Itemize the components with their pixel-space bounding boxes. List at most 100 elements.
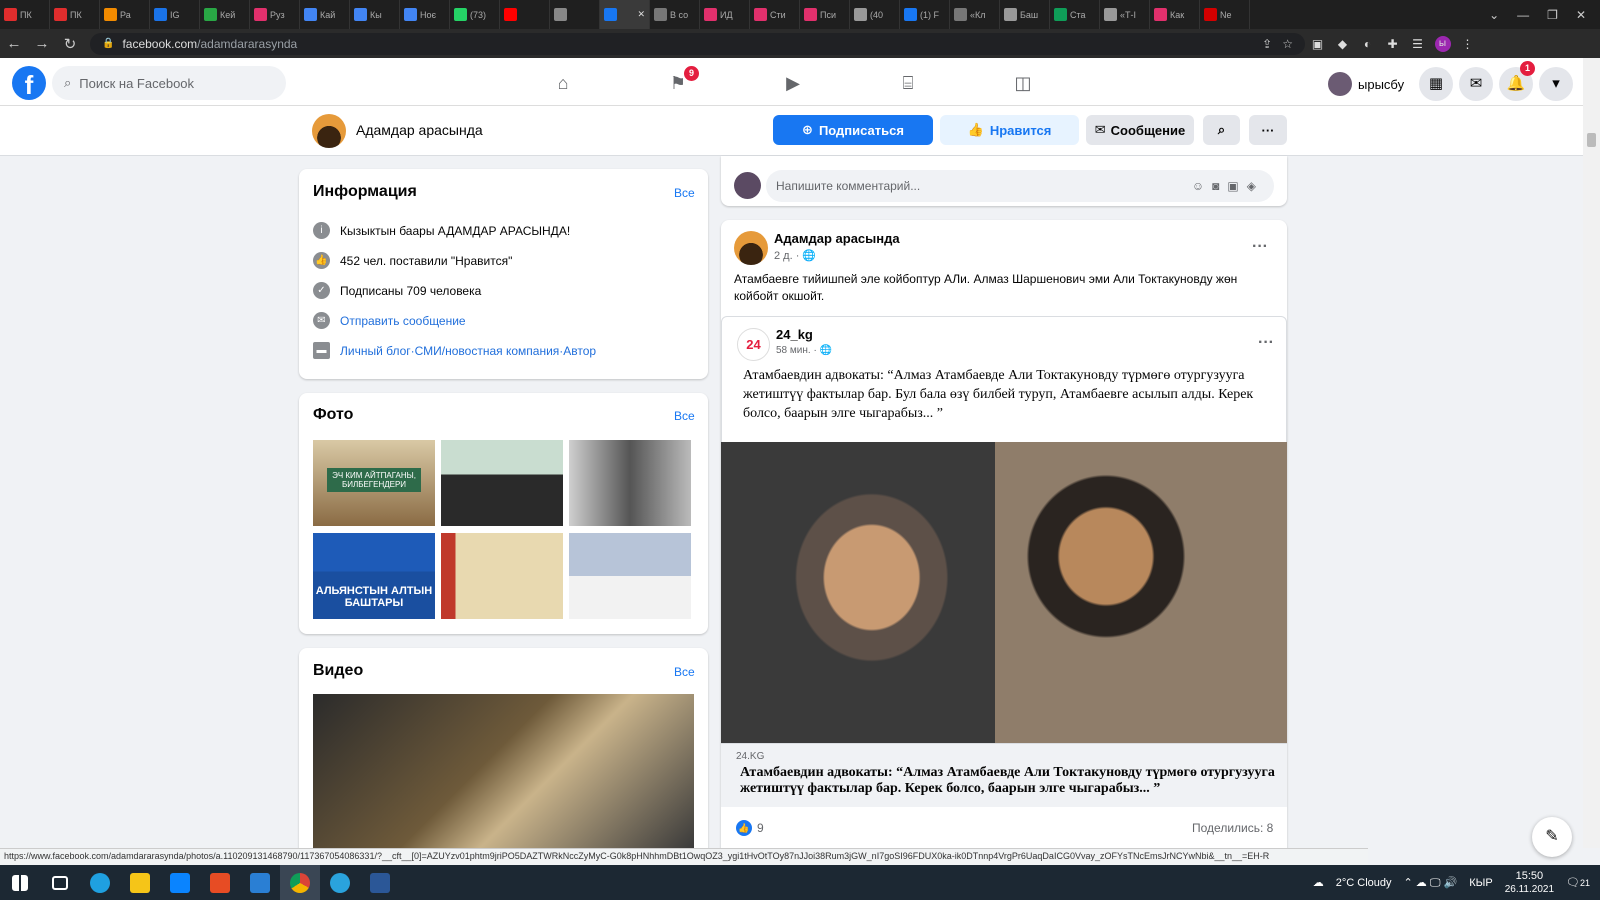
- browser-tab[interactable]: Кай: [300, 0, 350, 29]
- photo-thumbnail[interactable]: [441, 533, 563, 619]
- word-icon[interactable]: [360, 865, 400, 900]
- gaming-icon[interactable]: ◫: [1010, 70, 1036, 96]
- file-explorer-icon[interactable]: [120, 865, 160, 900]
- browser-tab[interactable]: (73): [450, 0, 500, 29]
- browser-tab[interactable]: ИД: [700, 0, 750, 29]
- task-view-icon[interactable]: [40, 865, 80, 900]
- send-message-link[interactable]: Отправить сообщение: [340, 314, 466, 328]
- browser-tab[interactable]: Сти: [750, 0, 800, 29]
- marketplace-icon[interactable]: ⌸: [895, 70, 921, 96]
- back-icon[interactable]: ←: [0, 35, 28, 52]
- close-window-icon[interactable]: ✕: [1576, 8, 1586, 22]
- photo-thumbnail[interactable]: [569, 533, 691, 619]
- shared-timestamp[interactable]: 58 мин. · 🌐: [776, 345, 832, 356]
- photos-see-all-link[interactable]: Все: [674, 409, 695, 423]
- browser-tab[interactable]: Руз: [250, 0, 300, 29]
- post-image-left[interactable]: [721, 442, 995, 743]
- extension-icon[interactable]: ◆: [1330, 37, 1355, 51]
- browser-tab[interactable]: ✕: [600, 0, 650, 29]
- shared-options-dots-icon[interactable]: ···: [1258, 334, 1274, 352]
- tab-search-icon[interactable]: ⌄: [1489, 8, 1499, 22]
- action-center-icon[interactable]: 🗨21: [1566, 876, 1590, 889]
- category-personal-blog[interactable]: Личный блог: [340, 344, 411, 358]
- browser-tab[interactable]: [550, 0, 600, 29]
- watch-icon[interactable]: ▶: [780, 70, 806, 96]
- scrollbar-thumb[interactable]: [1587, 133, 1596, 147]
- reading-list-icon[interactable]: ☰: [1405, 37, 1430, 51]
- store-icon[interactable]: [160, 865, 200, 900]
- like-reaction-icon[interactable]: 👍: [736, 820, 752, 836]
- browser-tab[interactable]: Баш: [1000, 0, 1050, 29]
- browser-tab[interactable]: ПК: [50, 0, 100, 29]
- photo-thumbnail[interactable]: [441, 440, 563, 526]
- facebook-logo[interactable]: f: [12, 66, 46, 100]
- chrome-icon[interactable]: [280, 865, 320, 900]
- browser-menu-icon[interactable]: ⋮: [1455, 37, 1480, 51]
- share-count[interactable]: Поделились: 8: [1192, 821, 1273, 835]
- browser-tab[interactable]: Ста: [1050, 0, 1100, 29]
- category-author[interactable]: Автор: [563, 344, 596, 358]
- extensions-puzzle-icon[interactable]: ✚: [1380, 37, 1405, 51]
- post-image-right[interactable]: [995, 442, 1287, 743]
- shared-author-name[interactable]: 24_kg: [776, 327, 813, 342]
- photo-thumbnail[interactable]: [569, 440, 691, 526]
- browser-tab[interactable]: «Кл: [950, 0, 1000, 29]
- windows-start-icon[interactable]: [0, 865, 40, 900]
- comment-input[interactable]: Напишите комментарий... ☺◙▣◈: [766, 170, 1274, 202]
- browser-tab[interactable]: Как: [1150, 0, 1200, 29]
- post-author-avatar[interactable]: [734, 231, 768, 265]
- reload-icon[interactable]: ↻: [56, 35, 84, 53]
- page-search-button[interactable]: ⌕: [1203, 115, 1240, 145]
- browser-tab[interactable]: Ра: [100, 0, 150, 29]
- edge-icon[interactable]: [80, 865, 120, 900]
- browser-tab[interactable]: Ne: [1200, 0, 1250, 29]
- input-language[interactable]: КЫР: [1469, 877, 1492, 889]
- browser-tab[interactable]: В со: [650, 0, 700, 29]
- restore-icon[interactable]: ❐: [1547, 8, 1558, 22]
- account-chevron-icon[interactable]: ▾: [1539, 67, 1573, 101]
- browser-tab[interactable]: IG: [150, 0, 200, 29]
- browser-tab[interactable]: Ноє: [400, 0, 450, 29]
- browser-tab[interactable]: Кей: [200, 0, 250, 29]
- menu-grid-icon[interactable]: ▦: [1419, 67, 1453, 101]
- share-icon[interactable]: ⇪: [1262, 37, 1272, 51]
- like-page-button[interactable]: 👍 Нравится: [940, 115, 1079, 145]
- browser-tab[interactable]: «Т-І: [1100, 0, 1150, 29]
- post-options-dots-icon[interactable]: ···: [1252, 238, 1268, 256]
- photo-thumbnail[interactable]: АЛЬЯНСТЫН АЛТЫН БАШТАРЫ: [313, 533, 435, 619]
- 24kg-logo[interactable]: 24: [737, 328, 770, 361]
- page-name[interactable]: Адамдар арасында: [356, 122, 483, 138]
- mail-icon[interactable]: [240, 865, 280, 900]
- page-avatar[interactable]: [312, 114, 346, 148]
- video-thumbnail[interactable]: [313, 694, 694, 848]
- search-input[interactable]: ⌕ Поиск на Facebook: [52, 66, 286, 100]
- minimize-icon[interactable]: —: [1517, 8, 1529, 22]
- extension-icon[interactable]: ▣: [1305, 37, 1330, 51]
- extension-icon[interactable]: ◐: [1355, 37, 1380, 51]
- messenger-icon[interactable]: ✉: [1459, 67, 1493, 101]
- browser-tab[interactable]: Пси: [800, 0, 850, 29]
- reaction-count[interactable]: 9: [757, 821, 764, 835]
- comment-tools-icons[interactable]: ☺◙▣◈: [1192, 179, 1264, 193]
- profile-button[interactable]: ырысбу: [1328, 70, 1404, 98]
- address-bar[interactable]: 🔒 facebook.com/adamdararasynda ⇪ ☆: [90, 32, 1305, 55]
- videos-see-all-link[interactable]: Все: [674, 665, 695, 679]
- home-icon[interactable]: ⌂: [550, 70, 576, 96]
- category-media[interactable]: СМИ/новостная компания: [415, 344, 560, 358]
- browser-tab[interactable]: (1) F: [900, 0, 950, 29]
- subscribe-button[interactable]: ⊕ Подписаться: [773, 115, 933, 145]
- profile-avatar[interactable]: ы: [1430, 35, 1455, 52]
- weather-text[interactable]: 2°C Cloudy: [1336, 877, 1392, 889]
- forward-icon[interactable]: →: [28, 35, 56, 52]
- info-see-all-link[interactable]: Все: [674, 186, 695, 200]
- tray-icons[interactable]: ⌃ ☁ 🖵 🔊: [1404, 876, 1458, 890]
- close-tab-icon[interactable]: ✕: [637, 9, 645, 20]
- post-author-name[interactable]: Адамдар арасында: [774, 231, 900, 246]
- new-message-button[interactable]: ✎: [1532, 817, 1572, 857]
- browser-tab[interactable]: Кы: [350, 0, 400, 29]
- page-more-button[interactable]: ···: [1249, 115, 1287, 145]
- photo-thumbnail[interactable]: ЭЧ КИМ АЙТПАГАНЫ, БИЛБЕГЕНДЕРИ: [313, 440, 435, 526]
- office-icon[interactable]: [200, 865, 240, 900]
- post-timestamp[interactable]: 2 д. · 🌐: [774, 249, 816, 262]
- telegram-icon[interactable]: [320, 865, 360, 900]
